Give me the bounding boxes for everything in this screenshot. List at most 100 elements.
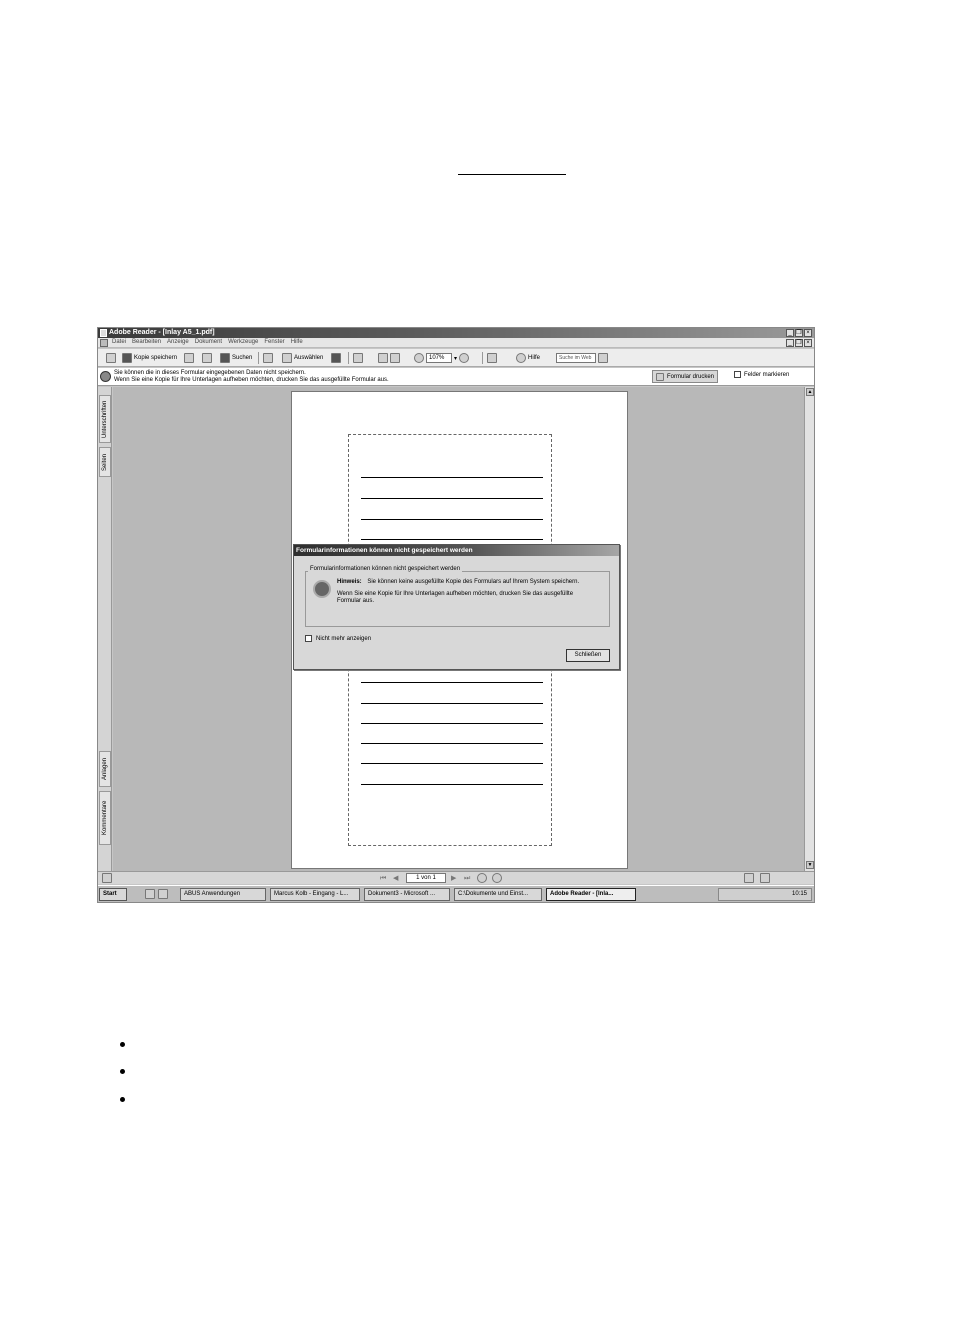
- form-line: [361, 477, 543, 478]
- go-forward-icon[interactable]: [492, 873, 502, 883]
- menu-window[interactable]: Fenster: [264, 339, 284, 345]
- print-form-button[interactable]: Formular drucken: [652, 370, 718, 383]
- highlight-fields-label: Felder markieren: [744, 371, 790, 378]
- web-search-go-icon[interactable]: [598, 353, 608, 363]
- doc-restore-button[interactable]: ❐: [795, 339, 803, 347]
- open-icon[interactable]: [106, 353, 116, 363]
- screenshot-frame: Adobe Reader - [Inlay A5_1.pdf] _ ❐ × Da…: [97, 327, 815, 903]
- heading-underline: [458, 174, 566, 175]
- window-controls: _ ❐ ×: [786, 329, 812, 337]
- info-message-line-1: Sie können die in dieses Formular eingeg…: [114, 370, 306, 376]
- task-word-document[interactable]: Dokument3 - Microsoft ...: [364, 888, 450, 901]
- form-line: [361, 743, 543, 744]
- menu-view[interactable]: Anzeige: [167, 339, 189, 345]
- doc-minimize-button[interactable]: _: [786, 339, 794, 347]
- actual-size-icon[interactable]: [378, 353, 388, 363]
- form-line: [361, 784, 543, 785]
- dont-show-again-option[interactable]: Nicht mehr anzeigen: [305, 635, 371, 642]
- cursor-icon: [282, 353, 292, 363]
- restore-button[interactable]: ❐: [795, 329, 803, 337]
- last-page-icon[interactable]: ⏭: [464, 874, 472, 883]
- zoom-in-icon[interactable]: [353, 353, 363, 363]
- bullet-point: [120, 1069, 125, 1074]
- doc-close-button[interactable]: ×: [804, 339, 812, 347]
- first-page-icon[interactable]: ⏮: [380, 874, 388, 883]
- quicklaunch-ie-icon[interactable]: [158, 889, 168, 899]
- window-title: Adobe Reader - [Inlay A5_1.pdf]: [109, 329, 215, 336]
- document-icon[interactable]: [100, 339, 108, 347]
- toolbar: Kopie speichern Suchen Auswählen 107% ▾ …: [98, 349, 814, 367]
- menu-file[interactable]: Datei: [112, 339, 126, 345]
- tab-signatures[interactable]: Unterschriften: [99, 395, 111, 443]
- highlight-fields-checkbox[interactable]: [734, 371, 741, 378]
- pane-toggle-icon[interactable]: [102, 873, 112, 883]
- help-icon: [516, 353, 526, 363]
- menu-edit[interactable]: Bearbeiten: [132, 339, 161, 345]
- dialog-body-text: Wenn Sie eine Kopie für Ihre Unterlagen …: [337, 591, 574, 604]
- dont-show-again-checkbox[interactable]: [305, 635, 312, 642]
- form-line: [361, 723, 543, 724]
- bullet-point: [120, 1097, 125, 1102]
- zoom-out-icon[interactable]: [414, 353, 424, 363]
- fit-width-icon[interactable]: [390, 353, 400, 363]
- form-info-icon: [100, 371, 111, 382]
- close-window-button[interactable]: ×: [804, 329, 812, 337]
- task-adobe-reader[interactable]: Adobe Reader - [Inla...: [546, 888, 636, 901]
- rotate-icon[interactable]: [487, 353, 497, 363]
- form-line: [361, 682, 543, 683]
- windows-taskbar: Start ABUS Anwendungen Marcus Kolb - Ein…: [98, 885, 814, 902]
- save-copy-button[interactable]: Kopie speichern: [122, 352, 177, 364]
- menu-document[interactable]: Dokument: [195, 339, 222, 345]
- tab-comments[interactable]: Kommentare: [99, 791, 111, 845]
- task-outlook-inbox[interactable]: Marcus Kolb - Eingang - L...: [270, 888, 360, 901]
- close-button[interactable]: Schließen: [566, 649, 610, 662]
- dialog-title: Formularinformationen können nicht gespe…: [294, 545, 619, 556]
- help-button[interactable]: Hilfe: [516, 352, 540, 364]
- zoom-level-field[interactable]: 107%: [426, 353, 452, 363]
- continuous-icon[interactable]: [760, 873, 770, 883]
- start-button[interactable]: Start: [99, 888, 127, 901]
- menu-tools[interactable]: Werkzeuge: [228, 339, 258, 345]
- hint-label: Hinweis:: [337, 579, 362, 585]
- minimize-button[interactable]: _: [786, 329, 794, 337]
- menu-help[interactable]: Hilfe: [291, 339, 303, 345]
- binoculars-icon: [220, 353, 230, 363]
- next-page-icon[interactable]: ▶: [451, 874, 459, 883]
- search-button[interactable]: Suchen: [220, 352, 252, 364]
- task-explorer-folder[interactable]: C:\Dokumente und Einst...: [454, 888, 542, 901]
- zoom-plus-icon[interactable]: [459, 353, 470, 363]
- navigation-panel-tabs: Unterschriften Seiten Anlagen Kommentare: [98, 387, 112, 871]
- info-icon: [313, 580, 331, 598]
- tab-attachments[interactable]: Anlagen: [99, 751, 111, 787]
- system-tray: 10:15: [718, 888, 812, 901]
- form-info-bar: Sie können die in dieses Formular eingeg…: [98, 368, 814, 386]
- task-abus-anwendungen[interactable]: ABUS Anwendungen: [180, 888, 266, 901]
- highlight-fields-toggle[interactable]: Felder markieren: [734, 371, 789, 378]
- adobe-reader-icon: [100, 329, 107, 337]
- menu-bar: Datei Bearbeiten Anzeige Dokument Werkze…: [98, 338, 814, 348]
- clock: 10:15: [791, 891, 807, 897]
- email-icon[interactable]: [184, 353, 194, 363]
- dialog-group-label: Formularinformationen können nicht gespe…: [308, 566, 463, 572]
- single-page-icon[interactable]: [744, 873, 754, 883]
- hand-tool-icon[interactable]: [263, 353, 273, 363]
- web-search-input[interactable]: Suche im Web: [556, 353, 596, 363]
- page-navigation: ⏮ ◀ 1 von 1 ▶ ⏭: [380, 873, 502, 883]
- zoom-dropdown-icon[interactable]: ▾: [454, 355, 457, 362]
- vertical-scrollbar[interactable]: ▲ ▼: [804, 387, 814, 871]
- help-label: Hilfe: [528, 355, 541, 361]
- tab-pages[interactable]: Seiten: [99, 447, 111, 477]
- select-tool-button[interactable]: Auswählen: [282, 352, 323, 364]
- scroll-up-icon[interactable]: ▲: [806, 388, 814, 396]
- go-back-icon[interactable]: [477, 873, 487, 883]
- page-number-field[interactable]: 1 von 1: [406, 873, 446, 883]
- print-icon[interactable]: [202, 353, 212, 363]
- quicklaunch-icon[interactable]: [145, 889, 155, 899]
- cannot-save-dialog: Formularinformationen können nicht gespe…: [293, 544, 620, 670]
- save-copy-label: Kopie speichern: [134, 355, 178, 361]
- title-bar: Adobe Reader - [Inlay A5_1.pdf] _ ❐ ×: [98, 328, 814, 338]
- previous-page-icon[interactable]: ◀: [393, 874, 401, 883]
- snapshot-icon[interactable]: [331, 353, 341, 363]
- scroll-down-icon[interactable]: ▼: [806, 861, 814, 869]
- info-message-line-2: Wenn Sie eine Kopie für Ihre Unterlagen …: [114, 377, 389, 383]
